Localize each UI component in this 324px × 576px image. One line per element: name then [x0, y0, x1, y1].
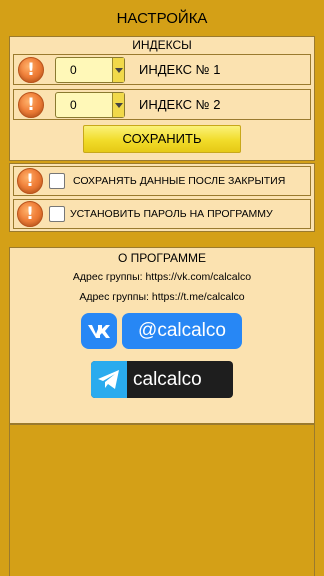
password-label: УСТАНОВИТЬ ПАРОЛЬ НА ПРОГРАММУ [70, 208, 273, 220]
indexes-header: ИНДЕКСЫ [132, 38, 192, 52]
about-header: О ПРОГРАММЕ [117, 251, 207, 265]
index-2-select[interactable]: 0 [55, 92, 125, 118]
password-checkbox[interactable] [49, 206, 65, 222]
warning-icon: ! [18, 92, 44, 118]
bottom-panel [9, 424, 315, 576]
warning-icon: ! [18, 57, 44, 83]
save-button[interactable]: СОХРАНИТЬ [83, 125, 241, 153]
settings-screen: НАСТРОЙКА ИНДЕКСЫ ! 0 ИНДЕКС № 1 ! 0 ИНД… [0, 0, 324, 576]
index-1-select[interactable]: 0 [55, 57, 125, 83]
index-1-label: ИНДЕКС № 1 [139, 62, 221, 77]
chevron-down-icon[interactable] [112, 93, 124, 117]
save-data-label: СОХРАНЯТЬ ДАННЫЕ ПОСЛЕ ЗАКРЫТИЯ [73, 175, 286, 187]
warning-icon: ! [17, 201, 43, 227]
vk-logo-icon[interactable] [81, 313, 117, 349]
vk-button[interactable]: @calcalco [122, 313, 242, 349]
page-title: НАСТРОЙКА [116, 10, 208, 27]
index-2-label: ИНДЕКС № 2 [139, 97, 221, 112]
index-2-value: 0 [70, 98, 77, 112]
tg-group-address: Адрес группы: https://t.me/calcalco [79, 291, 245, 303]
warning-icon: ! [17, 168, 43, 194]
telegram-logo-icon [91, 361, 127, 398]
telegram-button[interactable]: calcalco [91, 361, 233, 398]
vk-group-address: Адрес группы: https://vk.com/calcalco [72, 271, 252, 283]
save-data-checkbox[interactable] [49, 173, 65, 189]
index-1-value: 0 [70, 63, 77, 77]
telegram-label: calcalco [133, 369, 202, 390]
chevron-down-icon[interactable] [112, 58, 124, 82]
